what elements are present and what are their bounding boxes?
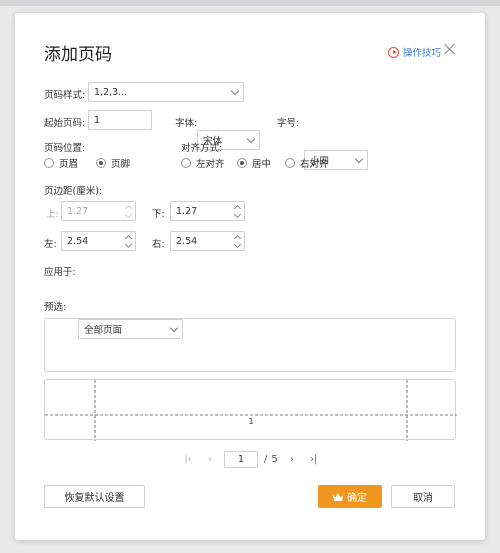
- prev-page-icon[interactable]: ‹: [202, 454, 218, 465]
- cancel-button[interactable]: 取消: [391, 485, 455, 508]
- align-center-label: 居中: [252, 159, 272, 170]
- margin-top-stepper: [123, 202, 135, 220]
- margins-label: 页边距(厘米):: [44, 186, 103, 197]
- preview-label: 预选:: [44, 302, 67, 313]
- margin-bottom-input[interactable]: 1.27: [170, 201, 245, 221]
- margin-left-label: 左:: [44, 239, 57, 250]
- style-label: 页码样式:: [44, 90, 86, 101]
- align-left-radio[interactable]: 左对齐: [181, 156, 225, 170]
- play-icon: [388, 46, 399, 58]
- size-label: 字号:: [277, 118, 300, 129]
- style-select[interactable]: 1,2,3...: [88, 82, 244, 102]
- preview-guides: [45, 380, 457, 441]
- chevron-down-icon: [246, 134, 256, 144]
- ok-label: 确定: [347, 493, 367, 504]
- position-label: 页码位置:: [44, 143, 86, 154]
- next-page-icon[interactable]: ›: [284, 454, 300, 465]
- margin-left-stepper[interactable]: [123, 232, 135, 250]
- margin-top-value: 1.27: [67, 205, 89, 217]
- margin-right-value: 2.54: [176, 235, 198, 247]
- last-page-icon[interactable]: ›|: [306, 454, 322, 465]
- margin-left-input[interactable]: 2.54: [61, 231, 136, 251]
- crown-icon: [333, 492, 343, 501]
- margin-left-value: 2.54: [67, 235, 89, 247]
- tips-label: 操作技巧: [403, 48, 442, 59]
- position-footer-label: 页脚: [111, 159, 131, 170]
- chevron-down-icon: [354, 154, 364, 164]
- radio-circle: [181, 158, 191, 168]
- align-label: 对齐方式:: [181, 143, 223, 154]
- margin-right-stepper[interactable]: [232, 232, 244, 250]
- position-footer-radio[interactable]: 页脚: [96, 156, 130, 170]
- tips-link[interactable]: 操作技巧: [388, 45, 441, 59]
- margin-top-label: 上:: [46, 209, 59, 220]
- preview-page-number: 1: [248, 417, 254, 426]
- pager-separator: /: [264, 454, 268, 465]
- radio-circle: [44, 158, 54, 168]
- dialog-title: 添加页码: [44, 45, 112, 65]
- radio-circle-selected: [96, 158, 106, 168]
- align-right-label: 右对齐: [300, 159, 329, 170]
- margin-right-input[interactable]: 2.54: [170, 231, 245, 251]
- margin-bottom-stepper[interactable]: [232, 202, 244, 220]
- restore-defaults-button[interactable]: 恢复默认设置: [44, 485, 145, 508]
- position-header-label: 页眉: [59, 159, 79, 170]
- margin-bottom-value: 1.27: [176, 205, 198, 217]
- align-right-radio[interactable]: 右对齐: [285, 156, 329, 170]
- close-icon[interactable]: [443, 42, 457, 56]
- margin-right-label: 右:: [152, 239, 165, 250]
- font-label: 字体:: [175, 118, 198, 129]
- position-header-radio[interactable]: 页眉: [44, 156, 78, 170]
- radio-circle-selected: [237, 158, 247, 168]
- start-label: 起始页码:: [44, 118, 86, 129]
- apply-label: 应用于:: [44, 267, 76, 278]
- preview-pager: |‹ ‹ 1 / 5 › ›|: [180, 451, 322, 468]
- margin-bottom-label: 下:: [152, 209, 165, 220]
- radio-circle: [285, 158, 295, 168]
- align-center-radio[interactable]: 居中: [237, 156, 271, 170]
- top-bar: [0, 0, 500, 6]
- ok-button[interactable]: 确定: [318, 485, 382, 508]
- style-value: 1,2,3...: [94, 86, 128, 98]
- pager-total: 5: [271, 454, 278, 465]
- chevron-down-icon: [230, 86, 240, 96]
- start-number-input[interactable]: 1: [88, 110, 152, 130]
- first-page-icon[interactable]: |‹: [180, 454, 196, 465]
- add-page-number-dialog: 添加页码 操作技巧 页码样式: 1,2,3... 起始页码: 1 字体: 宋体 …: [15, 13, 485, 540]
- preview-lower-page: 1: [44, 379, 457, 441]
- page-number-input[interactable]: 1: [224, 451, 258, 468]
- align-left-label: 左对齐: [196, 159, 225, 170]
- margin-top-input: 1.27: [61, 201, 136, 221]
- preview-upper-page: [44, 318, 456, 372]
